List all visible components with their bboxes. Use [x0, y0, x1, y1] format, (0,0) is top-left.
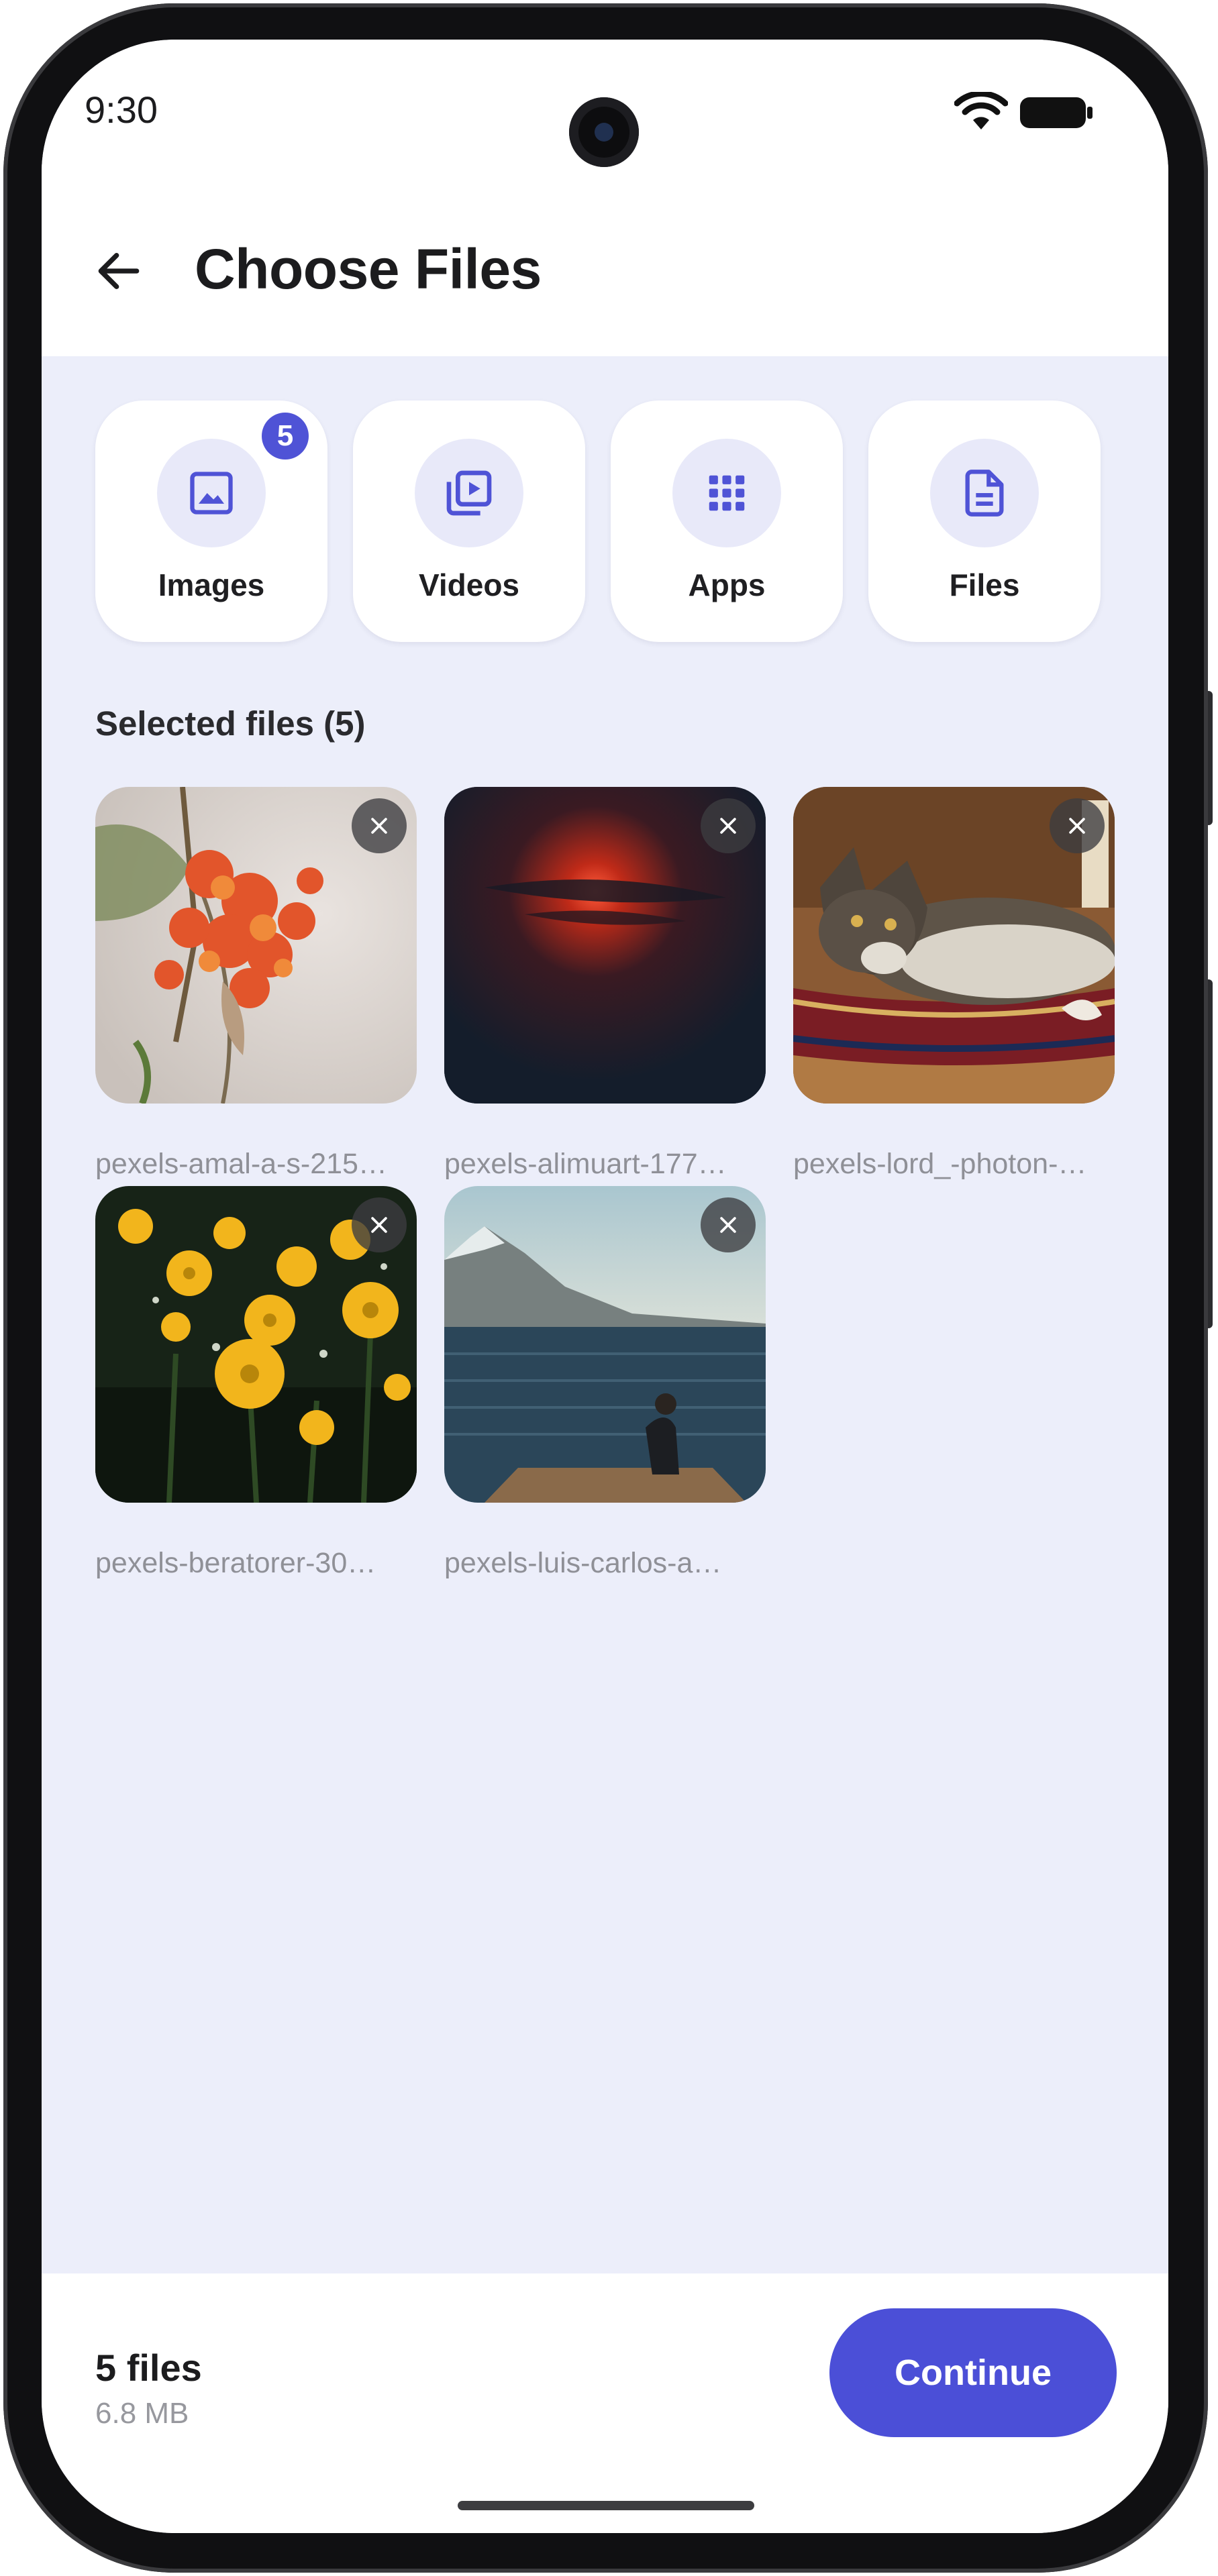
- category-label: Videos: [419, 568, 519, 602]
- battery-icon: [1020, 97, 1093, 128]
- page-title: Choose Files: [195, 237, 542, 301]
- front-camera: [569, 97, 639, 167]
- video-icon-circle: [415, 439, 523, 547]
- phone-frame: 9:30 Choose Files Images 5 Videos Apps F…: [0, 0, 1218, 2576]
- apps-icon-circle: [672, 439, 781, 547]
- close-icon: [371, 1217, 387, 1233]
- remove-button[interactable]: [352, 1197, 407, 1252]
- image-icon: [190, 472, 233, 515]
- category-label: Images: [158, 568, 265, 602]
- selected-files-title: Selected files (5): [95, 704, 366, 743]
- remove-button[interactable]: [701, 798, 756, 853]
- file-name: pexels-luis-carlos-a…: [444, 1547, 722, 1579]
- bottom-bar: 5 files 6.8 MB Continue: [42, 2273, 1168, 2533]
- close-icon: [720, 1217, 736, 1233]
- category-apps[interactable]: Apps: [611, 400, 843, 642]
- wifi-icon: [954, 92, 1008, 129]
- category-label: Apps: [688, 568, 766, 602]
- thumbnail-cat[interactable]: [793, 787, 1115, 1104]
- category-files[interactable]: Files: [868, 400, 1101, 642]
- screen: 9:30 Choose Files Images 5 Videos Apps F…: [42, 40, 1168, 2533]
- image-icon-circle: [157, 439, 266, 547]
- total-size: 6.8 MB: [95, 2397, 189, 2430]
- images-count-badge: 5: [262, 413, 309, 460]
- video-library-icon: [446, 470, 492, 516]
- thumbnail-red-sun[interactable]: [444, 787, 766, 1104]
- file-name: pexels-beratorer-30…: [95, 1547, 376, 1579]
- document-icon: [965, 470, 1004, 517]
- file-name: pexels-alimuart-177…: [444, 1148, 727, 1180]
- file-name: pexels-lord_-photon-…: [793, 1148, 1087, 1180]
- remove-button[interactable]: [352, 798, 407, 853]
- thumbnail-yellow-flowers[interactable]: [95, 1186, 417, 1503]
- close-icon: [720, 818, 736, 834]
- category-videos[interactable]: Videos: [353, 400, 585, 642]
- app-bar: 9:30 Choose Files: [42, 40, 1168, 356]
- file-name: pexels-amal-a-s-215…: [95, 1148, 387, 1180]
- arrow-back-icon: [98, 253, 140, 289]
- apps-grid-icon: [709, 475, 745, 511]
- close-icon: [1069, 818, 1085, 834]
- remove-button[interactable]: [1050, 798, 1105, 853]
- continue-button[interactable]: Continue: [829, 2308, 1117, 2437]
- remove-button[interactable]: [701, 1197, 756, 1252]
- status-time: 9:30: [85, 89, 158, 131]
- files-icon-circle: [930, 439, 1039, 547]
- thumbnail-flowers-orange[interactable]: [95, 787, 417, 1104]
- home-indicator[interactable]: [458, 2501, 754, 2510]
- file-count: 5 files: [95, 2347, 202, 2389]
- thumbnail-lake[interactable]: [444, 1186, 766, 1503]
- category-label: Files: [949, 568, 1020, 602]
- back-button[interactable]: [82, 234, 156, 308]
- close-icon: [371, 818, 387, 834]
